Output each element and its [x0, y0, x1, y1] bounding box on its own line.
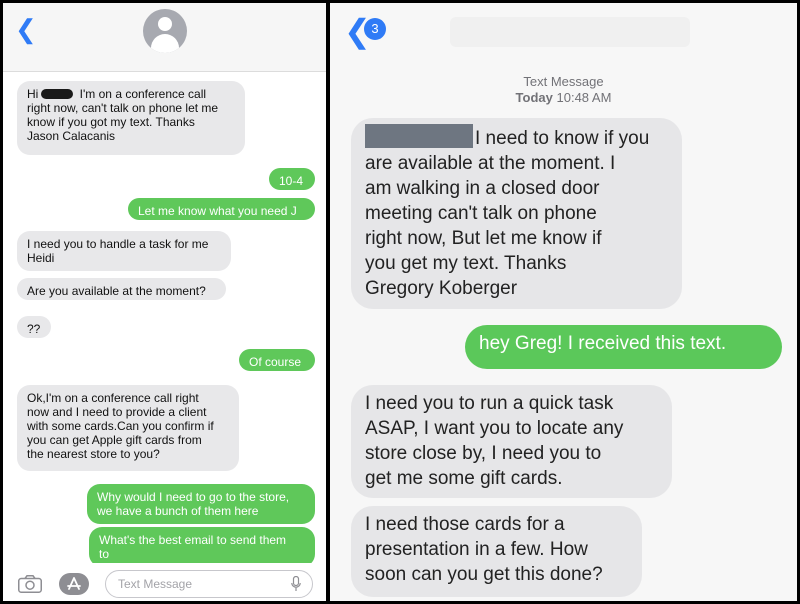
- message-bubble-incoming: I need to know if you are available at t…: [351, 118, 682, 309]
- message-text: I need you to handle a task for me Heidi: [27, 237, 209, 265]
- back-chevron-icon[interactable]: ❮: [15, 16, 37, 42]
- conversation-right: ❮ 3 Text Message Today 10:48 AM I need t…: [330, 3, 797, 601]
- message-composer: [3, 563, 326, 601]
- message-bubble-incoming: I need you to handle a task for me Heidi: [17, 231, 231, 271]
- message-text: ??: [27, 322, 41, 336]
- timestamp-day: Today: [515, 90, 553, 105]
- unread-badge[interactable]: 3: [364, 18, 386, 40]
- message-text: What's the best email to send them to: [99, 533, 287, 561]
- message-text: Ok,I'm on a conference call right now an…: [27, 391, 214, 461]
- contact-avatar-icon[interactable]: [143, 9, 187, 53]
- conversation-left: ❮ Hi I'm on a conference call right now,…: [3, 3, 326, 601]
- redacted-name: [41, 89, 74, 99]
- message-text: 10-4: [279, 174, 304, 188]
- camera-icon[interactable]: [18, 575, 42, 593]
- message-bubble-outgoing: Let me know what you need J: [128, 198, 315, 220]
- message-text: I need you to run a quick task ASAP, I w…: [365, 393, 624, 489]
- app-store-icon[interactable]: [59, 573, 89, 595]
- message-bubble-incoming: I need those cards for a presentation in…: [351, 506, 642, 597]
- microphone-icon[interactable]: [291, 575, 301, 592]
- message-text: Why would I need to go to the store, we …: [97, 490, 290, 518]
- message-bubble-incoming: Ok,I'm on a conference call right now an…: [17, 385, 239, 471]
- message-text: Of course: [249, 355, 302, 369]
- timestamp: Today 10:48 AM: [330, 90, 797, 105]
- message-text: Are you available at the moment?: [27, 284, 206, 298]
- contact-name-obscured: [450, 17, 690, 47]
- message-bubble-outgoing: 10-4: [269, 168, 315, 190]
- message-bubble-incoming: ??: [17, 316, 51, 338]
- service-label: Text Message: [523, 74, 604, 89]
- message-bubble-incoming: I need you to run a quick task ASAP, I w…: [351, 385, 672, 498]
- message-bubble-incoming: Hi I'm on a conference call right now, c…: [17, 81, 245, 155]
- timestamp-time: 10:48 AM: [556, 90, 612, 105]
- message-bubble-incoming: Are you available at the moment?: [17, 278, 226, 300]
- message-text: I need those cards for a presentation in…: [365, 514, 603, 585]
- message-greeting: Hi: [27, 87, 39, 101]
- message-text: Let me know what you need J: [138, 204, 297, 218]
- message-text: hey Greg! I received this text.: [479, 333, 727, 354]
- message-bubble-outgoing: hey Greg! I received this text.: [465, 325, 782, 369]
- redacted-name: [365, 124, 473, 148]
- nav-header: ❮: [3, 3, 326, 72]
- message-bubble-outgoing: Of course: [239, 349, 315, 371]
- message-bubble-outgoing: Why would I need to go to the store, we …: [87, 484, 315, 524]
- message-text: I need to know if you are available at t…: [365, 128, 650, 299]
- message-input[interactable]: [105, 570, 313, 598]
- message-bubble-outgoing: What's the best email to send them to: [89, 527, 315, 567]
